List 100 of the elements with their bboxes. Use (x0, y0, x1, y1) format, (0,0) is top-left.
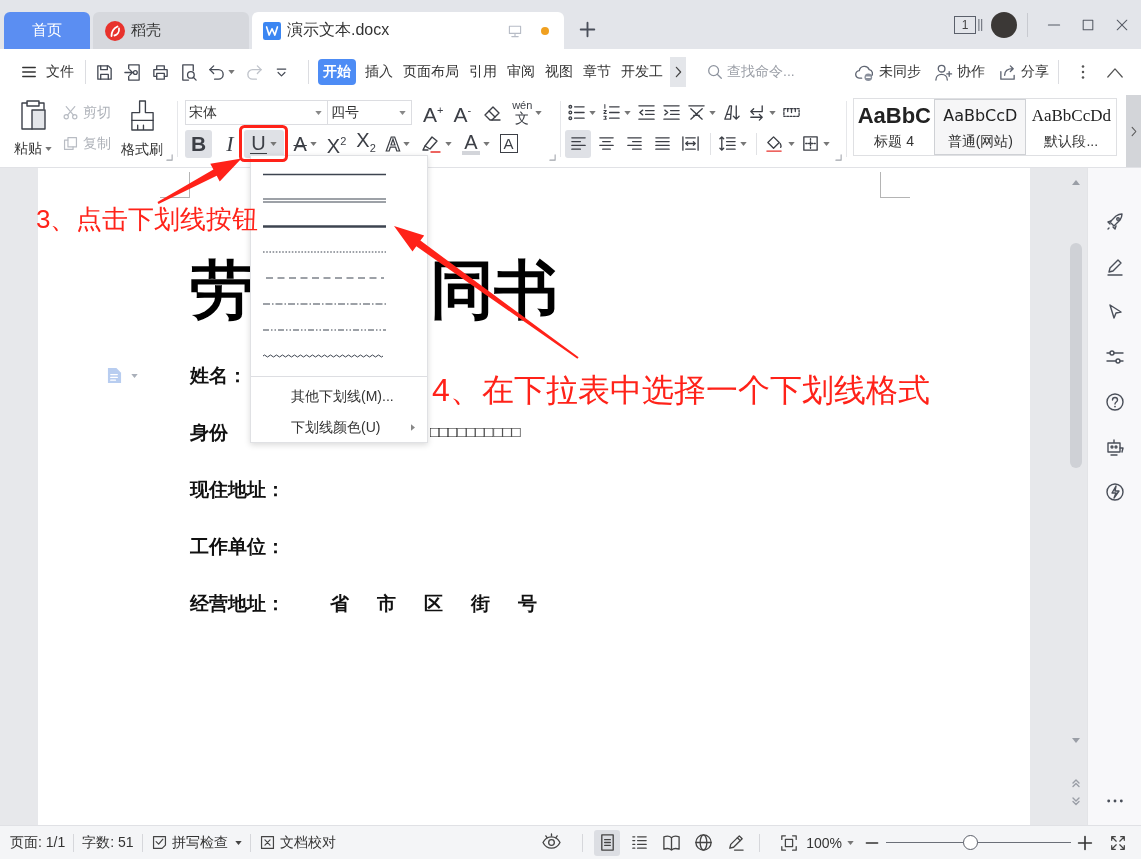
caret-icon (709, 110, 717, 115)
collapse-ribbon-icon[interactable] (1106, 66, 1124, 78)
character-border-button[interactable]: A (496, 129, 521, 158)
eye-icon[interactable] (541, 834, 563, 851)
single-line-icon[interactable] (263, 172, 386, 176)
document-logo-icon (263, 21, 281, 40)
lightning-icon[interactable] (1104, 482, 1125, 502)
bold-button[interactable]: B (185, 129, 213, 158)
decrease-indent-icon[interactable] (637, 103, 657, 122)
text-effect-button[interactable]: A (382, 129, 414, 158)
align-center-icon (596, 134, 616, 153)
print-icon[interactable] (151, 62, 170, 82)
paragraph-marker-icon[interactable] (107, 367, 122, 384)
highlight-frame (239, 125, 288, 162)
asian-layout-icon[interactable] (687, 103, 707, 122)
caret-icon (45, 147, 52, 151)
scissors-icon (62, 104, 79, 121)
zoom-level-dropdown[interactable]: 100% (806, 834, 854, 851)
globe-icon (693, 833, 713, 852)
collaborate-button[interactable]: 协作 (934, 62, 985, 82)
style-name: 标题 4 (874, 132, 915, 151)
document-search-icon[interactable] (179, 62, 198, 82)
ribbon-tab[interactable]: 章节 (578, 59, 616, 85)
wavy-line-icon[interactable] (263, 354, 386, 358)
field-label: 身份 (190, 420, 228, 445)
borders-icon[interactable] (801, 134, 821, 153)
sort-icon[interactable] (722, 103, 742, 122)
font-size-dropdown[interactable]: 四号 (327, 100, 412, 125)
dash-dot-line-icon[interactable] (263, 303, 386, 305)
thick-line-icon[interactable] (263, 224, 386, 228)
sync-button[interactable]: 未同步 (854, 62, 921, 82)
format-painter-button[interactable]: 格式刷 (119, 97, 165, 167)
ribbon-tab[interactable]: 引用 (464, 59, 502, 85)
annotation-text: 3、点击下划线按钮 (36, 203, 259, 236)
slider-thumb[interactable] (962, 835, 978, 850)
address-part: 市 (377, 591, 396, 616)
zoom-in-icon[interactable] (1077, 834, 1093, 851)
ribbon-tab[interactable]: 视图 (540, 59, 578, 85)
superscript-button[interactable]: X$^{2}$ (323, 129, 350, 158)
dash-dot-dot-line-icon[interactable] (263, 329, 386, 331)
file-menu-button[interactable]: 文件 (18, 57, 76, 87)
document-arrow-icon[interactable] (123, 62, 142, 82)
clipboard-icon (19, 99, 47, 131)
ribbon-tab[interactable]: 页面布局 (398, 59, 464, 85)
style-option[interactable]: AaBbCcD 普通(网站) (934, 99, 1027, 155)
underline-button[interactable]: U (243, 129, 284, 158)
font-name-dropdown[interactable]: 宋体 (185, 100, 328, 125)
shrink-font-button[interactable]: A$^{-}$ (450, 98, 475, 127)
copy-icon (62, 135, 79, 152)
subscript-button[interactable]: X$_{2}$ (353, 129, 379, 158)
numbered-list-icon[interactable] (602, 103, 622, 122)
caret-icon (269, 141, 277, 146)
new-tab-icon[interactable] (579, 21, 596, 38)
avatar[interactable] (991, 11, 1017, 38)
strikethrough-button[interactable]: A (290, 129, 320, 158)
caret-icon (309, 141, 317, 146)
style-option[interactable]: AaBbCcDd 默认段... (1026, 99, 1117, 155)
increase-indent-icon[interactable] (662, 103, 682, 122)
save-icon[interactable] (95, 62, 114, 82)
sliders-icon[interactable] (1104, 347, 1125, 367)
double-line-icon[interactable] (263, 197, 386, 203)
share-button[interactable]: 分享 (998, 62, 1049, 82)
ribbon-tab[interactable]: 审阅 (502, 59, 540, 85)
robot-icon[interactable] (1104, 437, 1125, 457)
tab[interactable]: 演示文本.docx (252, 12, 564, 49)
style-name: 普通(网站) (947, 132, 1013, 151)
fullscreen-icon[interactable] (1109, 833, 1127, 852)
grow-font-button[interactable]: A$^{+}$ (420, 98, 447, 127)
spell-check-button[interactable]: 拼写检查 (150, 833, 242, 852)
help-icon[interactable] (1104, 392, 1125, 412)
caret-icon (482, 141, 490, 146)
proofread-button[interactable]: 文档校对 (258, 833, 336, 852)
ribbon-tab[interactable]: 插入 (360, 59, 398, 85)
tab[interactable]: 稻壳 (93, 12, 249, 49)
caret-icon (624, 110, 632, 115)
scrollbar-thumb[interactable] (1070, 243, 1082, 468)
caret-icon (234, 840, 242, 845)
more-tabs-button[interactable] (670, 57, 686, 87)
bulleted-list-icon[interactable] (567, 103, 587, 122)
line-spacing-icon[interactable] (718, 134, 738, 153)
pen-icon[interactable] (1104, 257, 1125, 277)
address-part: 街 (471, 591, 490, 616)
style-option[interactable]: AaBbC 标题 4 (854, 99, 935, 155)
more-icon[interactable] (1105, 798, 1124, 804)
caret-icon (589, 110, 597, 115)
menu-item[interactable]: 下划线颜色(U) (251, 412, 427, 443)
address-part: 号 (518, 591, 537, 616)
paste-button[interactable]: 粘贴 (10, 97, 56, 167)
dotted-line-icon[interactable] (263, 251, 386, 253)
brush-icon (128, 99, 156, 132)
page-view-button[interactable] (594, 829, 621, 856)
align-left-button[interactable] (565, 129, 592, 158)
dashed-line-icon[interactable] (263, 277, 386, 279)
undo-icon[interactable] (207, 62, 226, 82)
fit-window-icon[interactable] (780, 833, 799, 852)
ribbon-tab[interactable]: 开发工 (616, 59, 668, 85)
phonetic-guide-button[interactable]: wén 文 (510, 98, 545, 127)
menu-item[interactable]: 其他下划线(M)... (251, 381, 427, 412)
italic-button[interactable]: I (220, 129, 240, 158)
font-color-button[interactable]: A (459, 129, 493, 158)
